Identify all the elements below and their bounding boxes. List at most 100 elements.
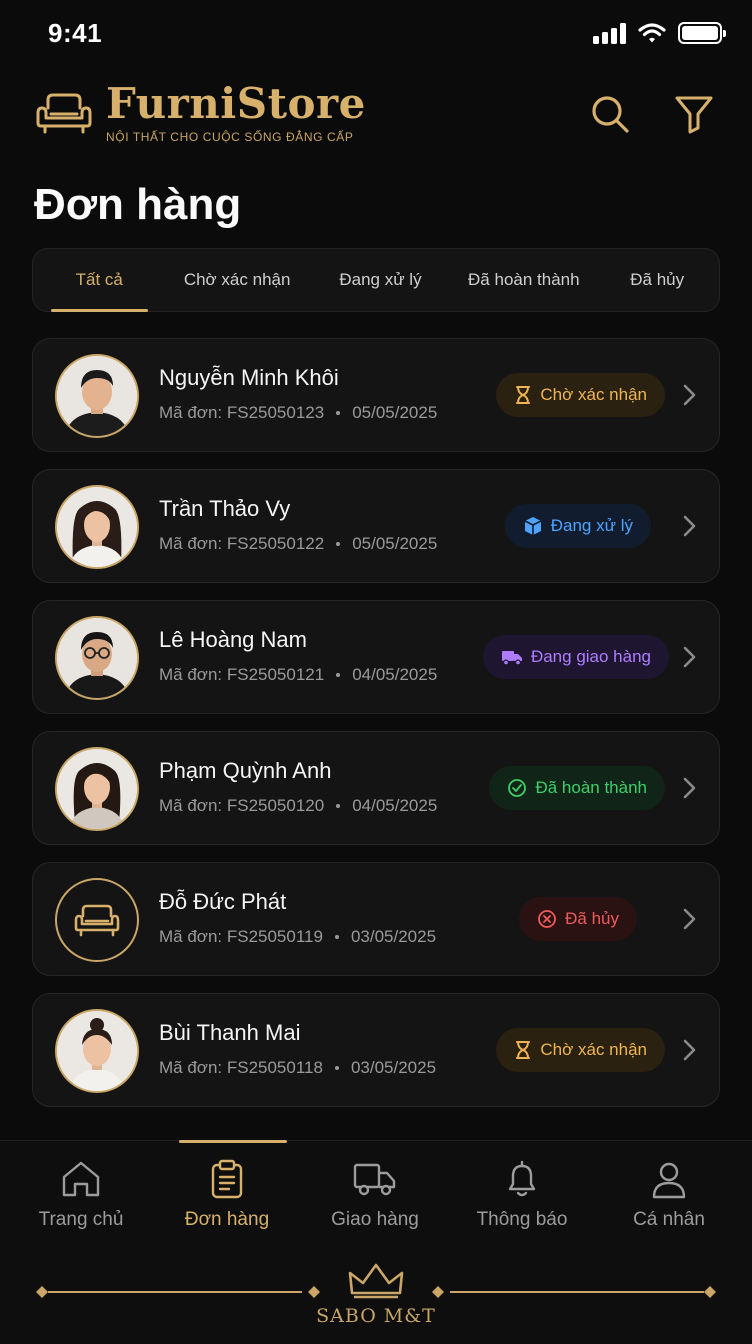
search-icon: [592, 96, 629, 133]
footer-brand-text: SABO M&T: [316, 1305, 436, 1327]
customer-name: Trần Thảo Vy: [159, 496, 291, 521]
separator-dot: [336, 542, 341, 546]
order-card[interactable]: Phạm Quỳnh Anh Mã đơn: FS25050120 04/05/…: [32, 731, 720, 845]
customer-name: Lê Hoàng Nam: [159, 627, 307, 652]
order-card[interactable]: Đỗ Đức Phát Mã đơn: FS25050119 03/05/202…: [32, 862, 720, 976]
separator-dot: [336, 673, 341, 677]
sofa-logo-icon: [36, 88, 92, 136]
status-badge: Đã hủy: [519, 897, 637, 941]
page-title: Đơn hàng: [34, 180, 242, 229]
brand-tagline: NỘI THẤT CHO CUỘC SỐNG ĐẲNG CẤP: [106, 130, 354, 144]
order-meta: Mã đơn: FS25050121 04/05/2025: [159, 665, 437, 685]
filter-icon: [675, 96, 713, 134]
nav-home[interactable]: Trang chủ: [7, 1141, 155, 1251]
customer-name: Bùi Thanh Mai: [159, 1020, 301, 1045]
order-meta: Mã đơn: FS25050122 05/05/2025: [159, 534, 437, 554]
tab-pending[interactable]: Chờ xác nhận: [148, 248, 327, 312]
tab-completed[interactable]: Đã hoàn thành: [434, 248, 613, 312]
customer-avatar: [55, 878, 139, 962]
status-time: 9:41: [48, 18, 103, 48]
crown-icon: [348, 1263, 404, 1299]
order-card[interactable]: Bùi Thanh Mai Mã đơn: FS25050118 03/05/2…: [32, 993, 720, 1107]
wifi-icon: [638, 23, 666, 43]
nav-label: Cá nhân: [633, 1209, 705, 1230]
check-circle-icon: [508, 779, 527, 797]
order-card[interactable]: Trần Thảo Vy Mã đơn: FS25050122 05/05/20…: [32, 469, 720, 583]
customer-avatar: [55, 1009, 139, 1093]
order-date: 03/05/2025: [350, 927, 437, 946]
bell-icon: [508, 1160, 536, 1197]
battery-icon: [678, 22, 726, 44]
order-card[interactable]: Lê Hoàng Nam Mã đơn: FS25050121 04/05/20…: [32, 600, 720, 714]
hourglass-icon: [516, 1041, 531, 1059]
tab-processing[interactable]: Đang xử lý: [327, 248, 435, 312]
order-code: Mã đơn: FS25050123: [159, 403, 325, 422]
bottom-nav: Trang chủ Đơn hàng Giao hàng Thông báo C…: [0, 1140, 752, 1344]
nav-label: Thông báo: [476, 1209, 568, 1230]
status-badge: Đang xử lý: [504, 504, 651, 548]
separator-dot: [334, 935, 339, 939]
tab-all[interactable]: Tất cả: [51, 248, 148, 312]
status-badge: Chờ xác nhận: [496, 1028, 665, 1072]
chevron-right-icon: [683, 777, 696, 799]
customer-avatar: [55, 747, 139, 831]
order-status-tabs: Tất cả Chờ xác nhận Đang xử lý Đã hoàn t…: [32, 248, 720, 312]
order-list: Nguyễn Minh Khôi Mã đơn: FS25050123 05/0…: [32, 338, 720, 1124]
order-date: 04/05/2025: [352, 665, 438, 684]
status-label: Đang xử lý: [550, 516, 633, 535]
order-code: Mã đơn: FS25050122: [159, 534, 325, 553]
status-label: Đã hủy: [565, 909, 619, 928]
nav-orders[interactable]: Đơn hàng: [153, 1140, 301, 1251]
order-meta: Mã đơn: FS25050118 03/05/2025: [159, 1058, 436, 1078]
status-badge: Chờ xác nhận: [496, 373, 665, 417]
tab-cancelled[interactable]: Đã hủy: [613, 248, 701, 312]
search-button[interactable]: [588, 92, 632, 136]
separator-dot: [336, 804, 341, 808]
truck-icon: [501, 651, 522, 666]
chevron-right-icon: [683, 908, 696, 930]
filter-button[interactable]: [672, 92, 716, 136]
customer-name: Nguyễn Minh Khôi: [159, 365, 339, 390]
customer-avatar: [55, 354, 139, 438]
order-code: Mã đơn: FS25050118: [159, 1058, 323, 1077]
customer-avatar: [55, 485, 139, 569]
home-icon: [62, 1161, 100, 1197]
customer-avatar: [55, 616, 139, 700]
clipboard-icon: [211, 1159, 243, 1199]
sofa-placeholder-icon: [74, 904, 120, 937]
order-date: 05/05/2025: [352, 403, 438, 422]
status-label: Chờ xác nhận: [540, 385, 647, 404]
nav-delivery[interactable]: Giao hàng: [301, 1141, 449, 1251]
order-code: Mã đơn: FS25050119: [159, 927, 323, 946]
order-card[interactable]: Nguyễn Minh Khôi Mã đơn: FS25050123 05/0…: [32, 338, 720, 452]
box-icon: [524, 517, 542, 535]
nav-label: Đơn hàng: [184, 1209, 270, 1230]
customer-name: Đỗ Đức Phát: [159, 889, 287, 914]
truck-icon: [353, 1163, 396, 1196]
order-date: 04/05/2025: [352, 796, 438, 815]
status-bar: 9:41: [0, 0, 752, 68]
header-actions: [588, 92, 716, 136]
order-meta: Mã đơn: FS25050123 05/05/2025: [159, 403, 437, 423]
footer-brand: SABO M&T: [0, 1263, 752, 1335]
hourglass-icon: [516, 386, 531, 404]
status-label: Đã hoàn thành: [535, 778, 647, 797]
chevron-right-icon: [683, 515, 696, 537]
status-label: Chờ xác nhận: [540, 1040, 647, 1059]
order-code: Mã đơn: FS25050121: [159, 665, 325, 684]
nav-profile[interactable]: Cá nhân: [595, 1141, 743, 1251]
x-circle-icon: [538, 910, 557, 928]
status-icons: [593, 22, 726, 44]
cellular-signal-icon: [593, 22, 626, 44]
separator-dot: [334, 1066, 339, 1070]
chevron-right-icon: [683, 1039, 696, 1061]
status-badge: Đã hoàn thành: [489, 766, 665, 810]
nav-label: Trang chủ: [38, 1209, 124, 1230]
status-badge: Đang giao hàng: [482, 635, 669, 679]
order-meta: Mã đơn: FS25050119 03/05/2025: [159, 927, 436, 947]
nav-notifications[interactable]: Thông báo: [448, 1141, 596, 1251]
status-label: Đang giao hàng: [530, 647, 651, 666]
order-date: 03/05/2025: [350, 1058, 437, 1077]
order-meta: Mã đơn: FS25050120 04/05/2025: [159, 796, 437, 816]
customer-name: Phạm Quỳnh Anh: [159, 758, 332, 783]
